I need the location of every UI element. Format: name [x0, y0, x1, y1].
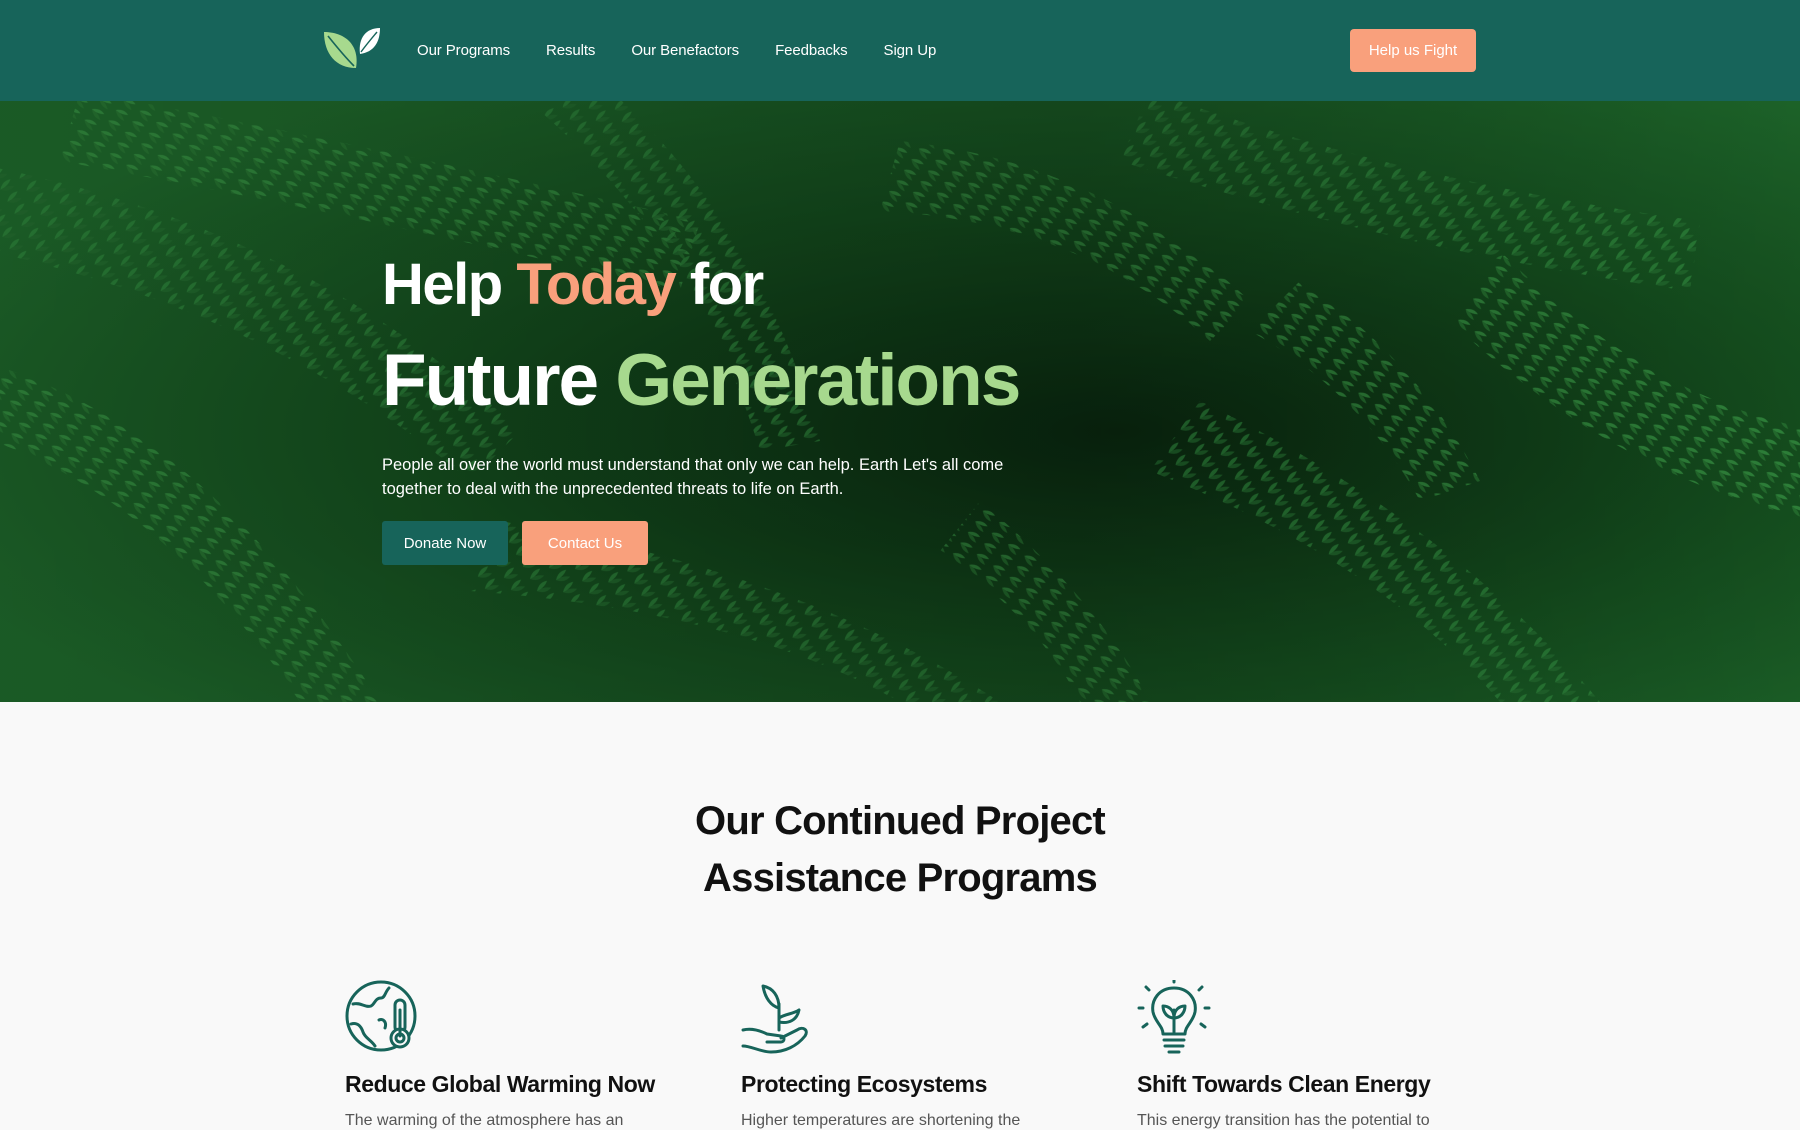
globe-thermometer-icon	[345, 980, 417, 1052]
program-text: This energy transition has the potential…	[1137, 1112, 1430, 1129]
nav-sign-up[interactable]: Sign Up	[884, 42, 937, 59]
hand-plant-icon	[741, 984, 808, 1054]
nav-our-programs[interactable]: Our Programs	[417, 42, 510, 59]
hero-headline-line2: Future Generations	[382, 344, 1082, 417]
nav-results[interactable]: Results	[546, 42, 595, 59]
programs-title-line1: Our Continued Project	[695, 799, 1106, 843]
hero-headline-line1: Help Today for	[382, 256, 1082, 314]
program-text: Higher temperatures are shortening the	[741, 1112, 1021, 1129]
hero-buttons: Donate Now Contact Us	[382, 521, 1082, 565]
lightbulb-leaf-icon	[1137, 978, 1211, 1054]
programs-section-title: Our Continued Project Assistance Program…	[0, 793, 1800, 907]
nav-our-benefactors[interactable]: Our Benefactors	[631, 42, 739, 59]
hero-description: People all over the world must understan…	[382, 456, 1004, 498]
nav-feedbacks[interactable]: Feedbacks	[775, 42, 848, 59]
program-text: The warming of the atmosphere has an	[345, 1112, 624, 1129]
hero-word-generations: Generations	[615, 340, 1021, 421]
programs-title-line2: Assistance Programs	[703, 856, 1098, 900]
hero-word-help: Help	[382, 252, 517, 317]
program-card-ecosystems: Protecting Ecosystems Higher temperature…	[741, 980, 1071, 1130]
program-title: Protecting Ecosystems	[741, 1071, 987, 1097]
navbar: Our Programs Results Our Benefactors Fee…	[0, 0, 1800, 101]
hero-content: Help Today for Future Generations People…	[382, 256, 1082, 565]
hero-word-for: for	[675, 252, 764, 317]
program-card-global-warming: Reduce Global Warming Now The warming of…	[345, 980, 675, 1130]
program-card-clean-energy: Shift Towards Clean Energy This energy t…	[1137, 978, 1467, 1130]
main-nav: Our Programs Results Our Benefactors Fee…	[417, 0, 936, 101]
hero-word-today: Today	[516, 252, 677, 317]
program-title: Shift Towards Clean Energy	[1137, 1071, 1431, 1097]
hero-section: Help Today for Future Generations People…	[0, 101, 1800, 702]
help-us-fight-button[interactable]: Help us Fight	[1350, 29, 1476, 72]
program-title: Reduce Global Warming Now	[345, 1071, 655, 1097]
contact-us-button[interactable]: Contact Us	[522, 521, 648, 565]
hero-word-future: Future	[382, 340, 616, 421]
donate-now-button[interactable]: Donate Now	[382, 521, 508, 565]
logo-leaf-icon[interactable]	[322, 28, 382, 70]
